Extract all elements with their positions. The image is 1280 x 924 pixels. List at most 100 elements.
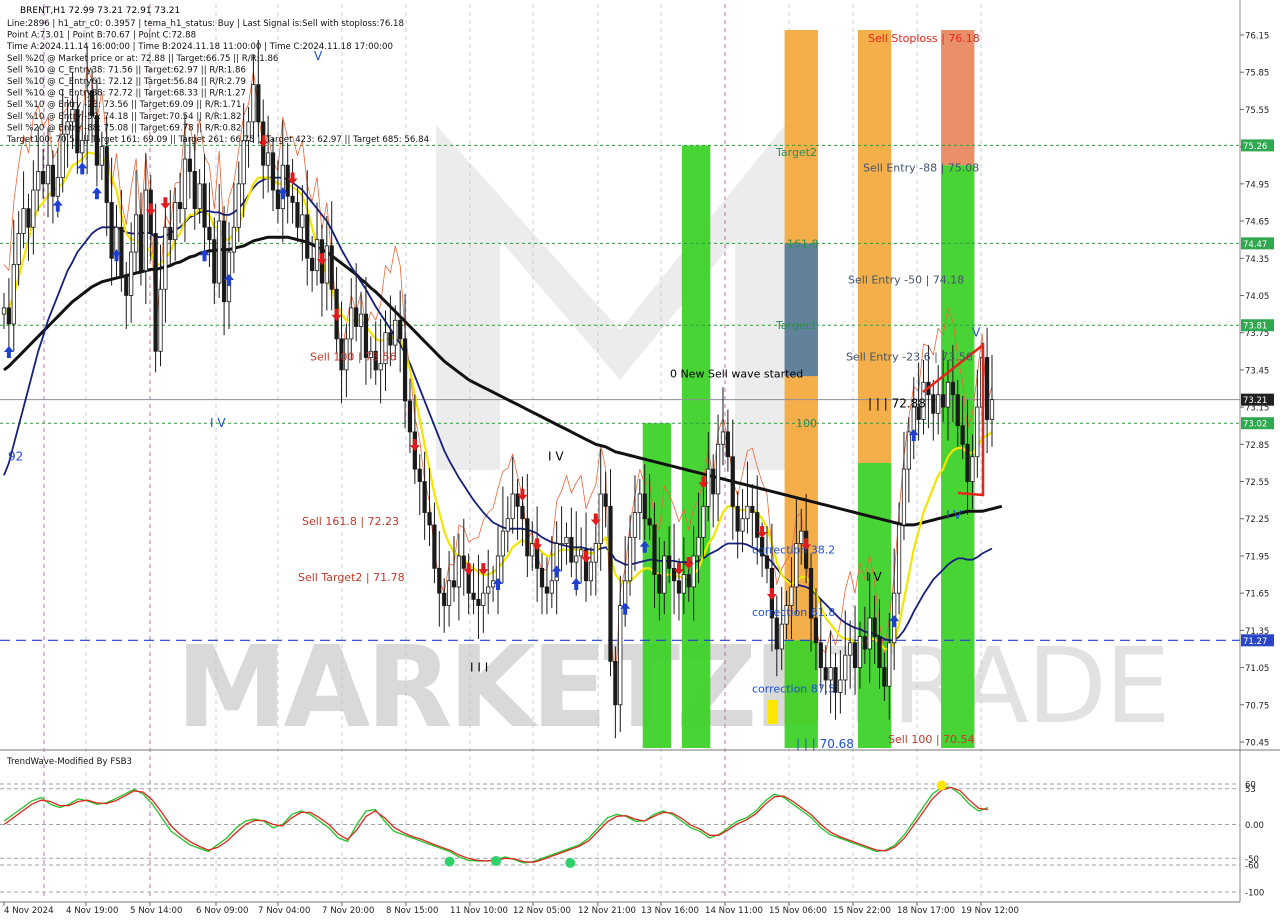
candle-body — [940, 394, 946, 408]
candle-body — [471, 592, 476, 600]
candle-body — [451, 580, 457, 588]
candle-body — [45, 164, 51, 185]
info-line: Line:2896 | h1_atr_c0: 0.3957 | tema_h1_… — [7, 19, 404, 29]
candle-body — [681, 574, 686, 594]
candle-body — [505, 518, 510, 532]
candle-body — [676, 580, 682, 594]
candle-body — [461, 555, 466, 569]
candle-body — [295, 202, 300, 228]
candle-body — [955, 394, 960, 427]
candle-body — [133, 214, 139, 253]
candle-body — [6, 307, 12, 325]
y-tick-label: 75.85 — [1245, 69, 1269, 79]
candle-body — [779, 623, 784, 650]
candle-body — [544, 586, 550, 594]
x-tick-label: 18 Nov 17:00 — [897, 906, 955, 916]
candle-body — [603, 493, 608, 507]
candle-body — [652, 524, 657, 575]
y-tick-label: 72.85 — [1245, 441, 1269, 451]
candle-body — [407, 400, 413, 433]
zone-yellow-marker — [768, 700, 778, 724]
x-tick-label: 12 Nov 21:00 — [578, 906, 636, 916]
candle-body — [324, 245, 329, 284]
chart-label: I V — [210, 416, 226, 430]
candle-body — [285, 164, 290, 197]
candle-body — [896, 524, 902, 594]
candle-body — [163, 226, 168, 290]
y-tick-label: 72.55 — [1245, 478, 1269, 488]
candle-body — [931, 394, 936, 414]
candle-body — [520, 505, 525, 520]
candle-body — [16, 233, 21, 265]
price-tag-label: 75.26 — [1243, 142, 1267, 152]
candle-body — [667, 555, 672, 569]
y-tick-label: 74.35 — [1245, 255, 1269, 265]
candle-body — [701, 505, 706, 538]
price-tag-label: 71.27 — [1243, 637, 1267, 647]
chart-label: I V — [946, 508, 962, 522]
candle-body — [755, 512, 760, 538]
candle-body — [632, 512, 638, 538]
candle-body — [50, 164, 56, 197]
price-chart[interactable]: MARKETZI TRADE Sell Stoploss | 76.18Sell … — [0, 0, 1280, 920]
candle-body — [138, 214, 144, 272]
candle-body — [124, 276, 129, 296]
candle-body — [862, 636, 867, 650]
candle-body — [984, 357, 990, 420]
y-tick-label: 71.95 — [1245, 552, 1269, 562]
info-line: Sell %10 @ Entry -50: 74.18 || Target:70… — [7, 112, 241, 122]
candle-body — [730, 456, 735, 507]
candle-body — [715, 443, 721, 495]
zone-green2 — [681, 145, 711, 748]
candle-body — [799, 530, 804, 544]
candle-body — [965, 443, 970, 482]
candle-body — [300, 214, 305, 228]
candle-body — [574, 555, 579, 563]
candle-body — [569, 536, 574, 563]
candle-body — [329, 245, 334, 290]
candle-body — [417, 468, 422, 482]
candle-body — [750, 505, 755, 513]
candle-body — [662, 555, 667, 594]
candle-body — [349, 307, 354, 340]
chart-label: Sell Target2 | 71.78 — [298, 571, 405, 584]
candle-body — [21, 208, 26, 234]
candle-body — [706, 468, 711, 507]
info-line: Target100: 70.54 || Target 161: 69.09 ||… — [6, 135, 429, 145]
candle-body — [192, 171, 197, 210]
chart-label: 161.8 — [787, 237, 819, 250]
candle-body — [109, 202, 114, 259]
chart-label: correction 87.5 — [752, 683, 835, 696]
chart-label: 92 — [8, 450, 23, 464]
candle-body — [41, 171, 46, 185]
candle-body — [711, 468, 716, 495]
candle-body — [119, 226, 124, 278]
candle-body — [393, 319, 398, 346]
osc-yellow-dot — [936, 780, 947, 791]
y-tick-label: 72.25 — [1245, 515, 1269, 525]
candle-body — [305, 214, 310, 259]
candle-body — [310, 257, 315, 272]
oscillator-title: TrendWave-Modified By FSB3 — [6, 757, 132, 767]
x-tick-label: 7 Nov 20:00 — [322, 906, 374, 916]
y-tick-label: 73.45 — [1245, 366, 1269, 376]
zone-zone3-orange — [941, 30, 975, 166]
candle-body — [402, 338, 408, 402]
chart-label: 0 New Sell wave started — [670, 368, 803, 381]
candle-body — [960, 425, 965, 445]
candle-body — [143, 189, 148, 272]
osc-level-label: 53 — [1245, 785, 1256, 795]
info-line: Point A:73.01 | Point B:70.67 | Point C:… — [7, 31, 196, 41]
y-tick-label: 71.05 — [1245, 664, 1269, 674]
candle-body — [613, 660, 618, 706]
candle-body — [510, 493, 515, 520]
candle-body — [549, 580, 554, 594]
candle-body — [642, 493, 647, 520]
candle-body — [442, 592, 447, 606]
candle-body — [168, 226, 173, 241]
candle-body — [266, 152, 271, 166]
candle-body — [437, 567, 442, 594]
x-tick-label: 8 Nov 15:00 — [386, 906, 438, 916]
candle-body — [945, 381, 951, 408]
y-tick-label: 75.55 — [1245, 106, 1269, 116]
